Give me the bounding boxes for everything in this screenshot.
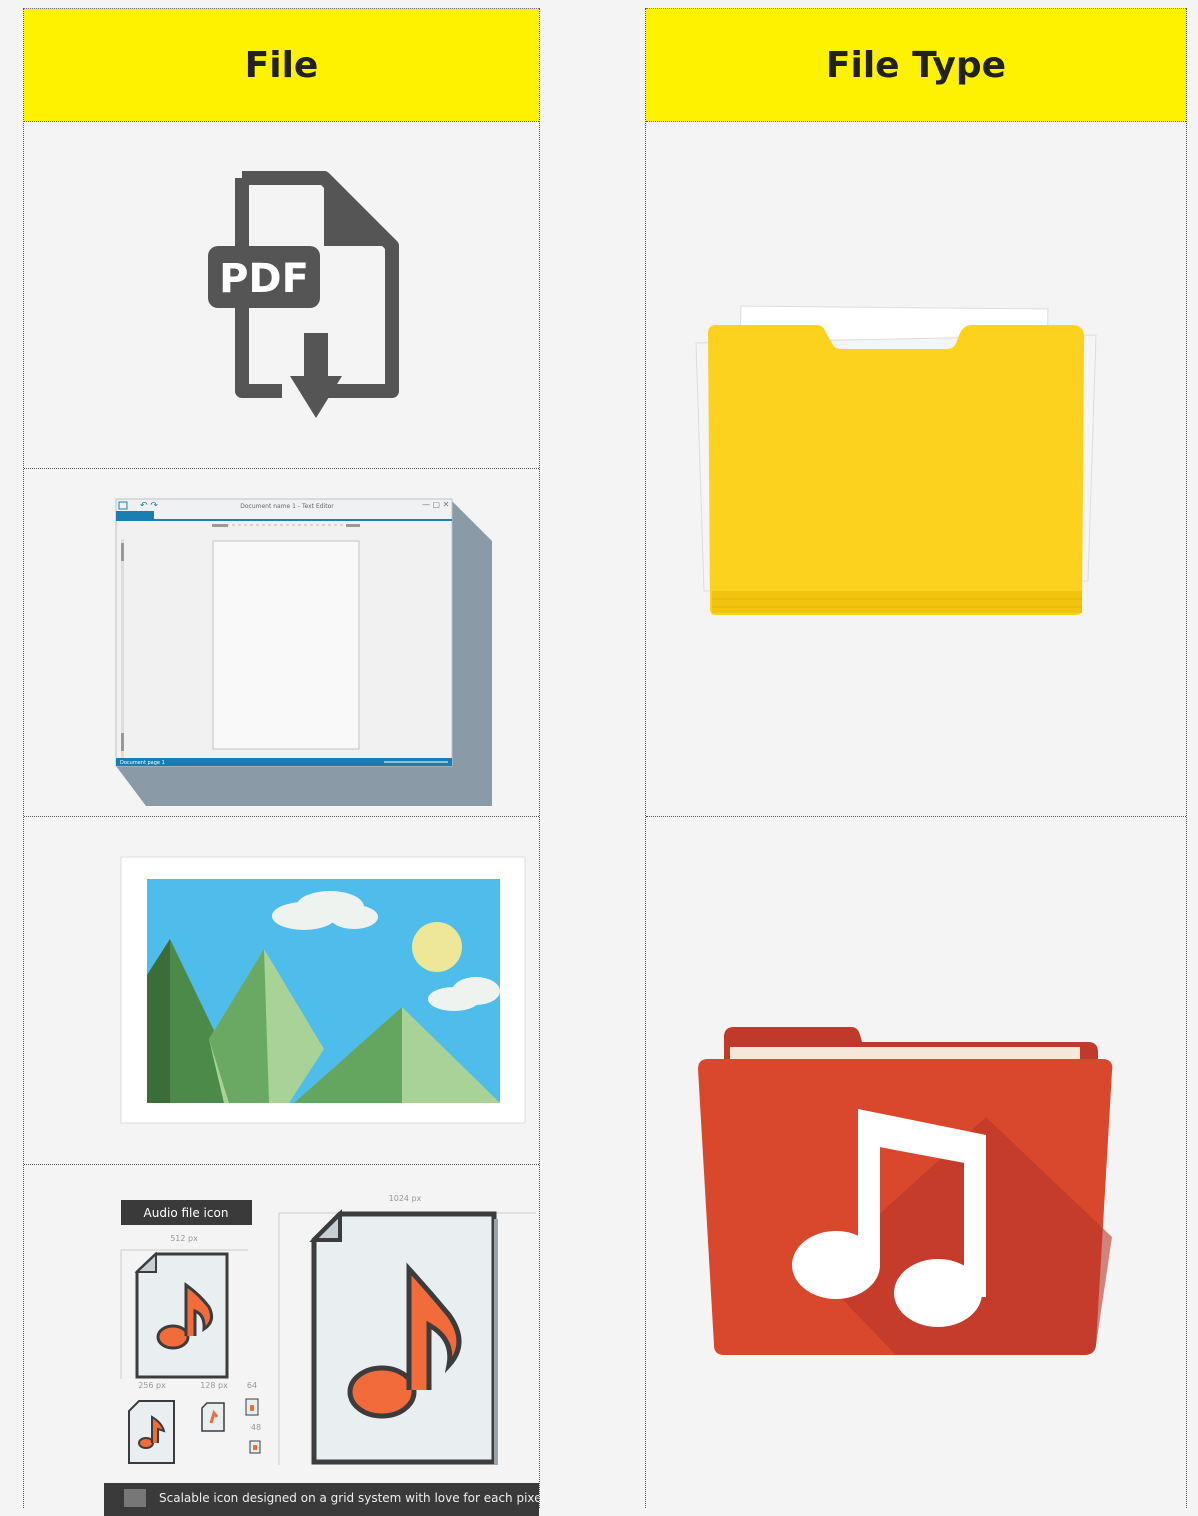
size-label-128: 128 px — [200, 1381, 228, 1390]
audio-sheet-title: Audio file icon — [144, 1206, 229, 1220]
size-label-256: 256 px — [138, 1381, 166, 1390]
folder-type-row — [646, 121, 1186, 817]
pdf-row: PDF — [24, 121, 539, 469]
landscape-image-icon — [120, 856, 526, 1124]
size-label-512: 512 px — [170, 1234, 198, 1243]
yellow-folder-icon — [695, 305, 1097, 615]
svg-text:— ▢ ✕: — ▢ ✕ — [422, 500, 449, 509]
pdf-download-icon: PDF — [208, 171, 399, 418]
pdf-badge-text: PDF — [219, 256, 309, 302]
text-editor-window-image: Document name 1 - Text Editor — ▢ ✕ ↶ ↷ … — [115, 498, 492, 806]
file-type-header-label: File Type — [825, 44, 1007, 86]
file-type-column: File Type — [645, 8, 1187, 1508]
size-label-64: 64 — [247, 1381, 257, 1390]
file-type-column-header: File Type — [646, 8, 1186, 122]
audio-sheet-footer: Scalable icon designed on a grid system … — [159, 1491, 539, 1505]
svg-text:↶ ↷: ↶ ↷ — [140, 501, 158, 511]
editor-window-title: Document name 1 - Text Editor — [240, 503, 334, 510]
file-column-header: File — [24, 8, 539, 122]
editor-status-text: Document page 1 — [120, 760, 165, 766]
music-folder-icon — [698, 1027, 1113, 1355]
size-label-48: 48 — [251, 1423, 261, 1432]
music-folder-type-row — [646, 817, 1186, 1516]
text-editor-row: Document name 1 - Text Editor — ▢ ✕ ↶ ↷ … — [24, 469, 539, 817]
image-row — [24, 817, 539, 1165]
file-column: File PDF Document name 1 - Text Editor —… — [23, 8, 540, 1516]
file-header-label: File — [244, 44, 319, 86]
size-label-1024: 1024 px — [389, 1194, 422, 1203]
audio-file-row: Audio file icon 1024 px 512 px 256 px 12… — [24, 1165, 539, 1516]
audio-file-icon-sheet: Audio file icon 1024 px 512 px 256 px 12… — [104, 1194, 539, 1516]
